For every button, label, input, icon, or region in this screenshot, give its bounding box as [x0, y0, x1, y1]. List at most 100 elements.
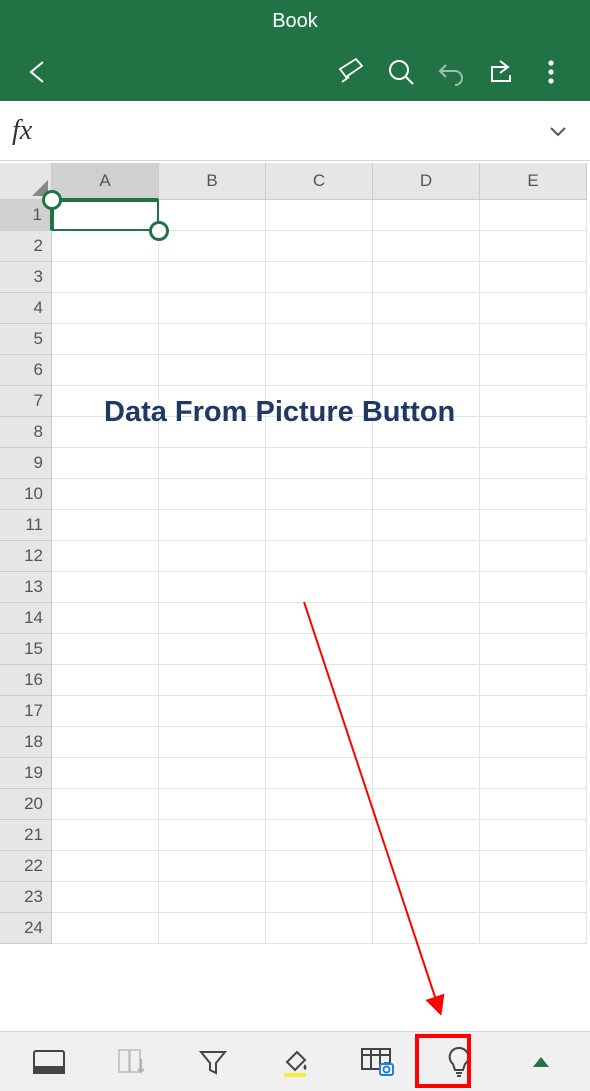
- cell[interactable]: [480, 417, 587, 448]
- cell[interactable]: [52, 479, 159, 510]
- cell[interactable]: [266, 851, 373, 882]
- undo-button[interactable]: [426, 47, 476, 97]
- formula-bar[interactable]: fx: [0, 101, 590, 161]
- cell[interactable]: [266, 324, 373, 355]
- col-header-E[interactable]: E: [480, 163, 587, 200]
- cell[interactable]: [52, 634, 159, 665]
- row-header[interactable]: 22: [0, 851, 52, 882]
- cell[interactable]: [159, 603, 266, 634]
- cell[interactable]: [266, 479, 373, 510]
- search-button[interactable]: [376, 47, 426, 97]
- cell[interactable]: [373, 541, 480, 572]
- cell[interactable]: [52, 758, 159, 789]
- cell[interactable]: [52, 851, 159, 882]
- cell[interactable]: [159, 262, 266, 293]
- more-menu-button[interactable]: [526, 47, 576, 97]
- cell[interactable]: [266, 262, 373, 293]
- cell[interactable]: [159, 789, 266, 820]
- cell[interactable]: [373, 479, 480, 510]
- cell[interactable]: [266, 293, 373, 324]
- cell[interactable]: [373, 603, 480, 634]
- cell[interactable]: [373, 727, 480, 758]
- cell[interactable]: [159, 820, 266, 851]
- row-header[interactable]: 16: [0, 665, 52, 696]
- cell[interactable]: [159, 634, 266, 665]
- cell[interactable]: [159, 200, 266, 231]
- cell[interactable]: [159, 293, 266, 324]
- row-header[interactable]: 5: [0, 324, 52, 355]
- col-header-B[interactable]: B: [159, 163, 266, 200]
- edit-pen-button[interactable]: [326, 47, 376, 97]
- row-header[interactable]: 3: [0, 262, 52, 293]
- cell[interactable]: [480, 448, 587, 479]
- cell[interactable]: [480, 262, 587, 293]
- row-header[interactable]: 23: [0, 882, 52, 913]
- filter-button[interactable]: [185, 1037, 241, 1087]
- cell[interactable]: [266, 448, 373, 479]
- cell[interactable]: [480, 820, 587, 851]
- cell[interactable]: [480, 634, 587, 665]
- cell[interactable]: [52, 262, 159, 293]
- cell[interactable]: [373, 510, 480, 541]
- share-button[interactable]: [476, 47, 526, 97]
- cell[interactable]: [373, 200, 480, 231]
- row-header[interactable]: 18: [0, 727, 52, 758]
- row-header[interactable]: 11: [0, 510, 52, 541]
- cell[interactable]: [266, 231, 373, 262]
- expand-up-button[interactable]: [513, 1037, 569, 1087]
- cell[interactable]: [266, 355, 373, 386]
- cell[interactable]: [373, 882, 480, 913]
- cell[interactable]: [52, 665, 159, 696]
- cell[interactable]: [480, 851, 587, 882]
- row-header[interactable]: 6: [0, 355, 52, 386]
- cell[interactable]: [52, 324, 159, 355]
- cell[interactable]: [159, 355, 266, 386]
- select-all-corner[interactable]: [0, 163, 52, 200]
- row-header[interactable]: 15: [0, 634, 52, 665]
- card-view-button[interactable]: [21, 1037, 77, 1087]
- cell[interactable]: [480, 355, 587, 386]
- cell[interactable]: [52, 510, 159, 541]
- spreadsheet-grid[interactable]: A B C D E 1 2 3 4 5 6 7 8 9 10 11 12 13 …: [0, 163, 590, 1033]
- row-header[interactable]: 13: [0, 572, 52, 603]
- cell[interactable]: [159, 727, 266, 758]
- cell[interactable]: [159, 696, 266, 727]
- cell[interactable]: [159, 572, 266, 603]
- cell[interactable]: [52, 727, 159, 758]
- cell[interactable]: [373, 851, 480, 882]
- cell[interactable]: [266, 789, 373, 820]
- cell[interactable]: [52, 882, 159, 913]
- cell[interactable]: [480, 603, 587, 634]
- cell[interactable]: [480, 231, 587, 262]
- cell[interactable]: [159, 882, 266, 913]
- cell[interactable]: [480, 789, 587, 820]
- row-header[interactable]: 14: [0, 603, 52, 634]
- cell[interactable]: [373, 758, 480, 789]
- cell[interactable]: [480, 696, 587, 727]
- cell[interactable]: [373, 293, 480, 324]
- row-header[interactable]: 17: [0, 696, 52, 727]
- cell[interactable]: [480, 572, 587, 603]
- fill-color-button[interactable]: [267, 1037, 323, 1087]
- cell[interactable]: [480, 200, 587, 231]
- cell[interactable]: [480, 293, 587, 324]
- cell[interactable]: [266, 200, 373, 231]
- cell[interactable]: [480, 510, 587, 541]
- cell[interactable]: [480, 882, 587, 913]
- cell[interactable]: [480, 913, 587, 944]
- cell[interactable]: [52, 231, 159, 262]
- cell[interactable]: [52, 355, 159, 386]
- cell[interactable]: [373, 572, 480, 603]
- cell[interactable]: [480, 665, 587, 696]
- cell[interactable]: [266, 634, 373, 665]
- cell[interactable]: [373, 448, 480, 479]
- row-header[interactable]: 21: [0, 820, 52, 851]
- cell[interactable]: [373, 262, 480, 293]
- col-header-A[interactable]: A: [52, 163, 159, 200]
- cell[interactable]: [480, 479, 587, 510]
- expand-formula-button[interactable]: [538, 119, 578, 143]
- cell[interactable]: [52, 820, 159, 851]
- cell[interactable]: [159, 510, 266, 541]
- cell[interactable]: [52, 696, 159, 727]
- cell[interactable]: [159, 913, 266, 944]
